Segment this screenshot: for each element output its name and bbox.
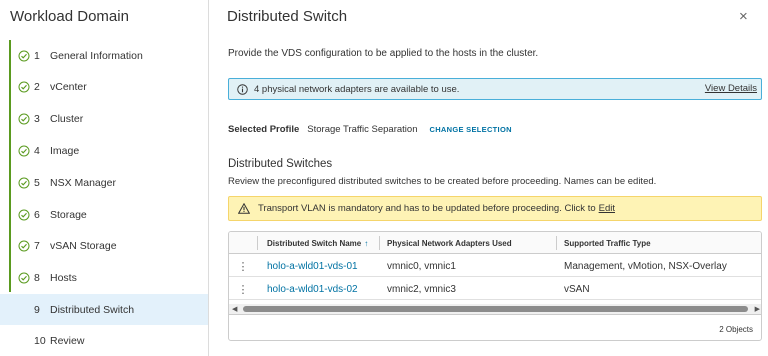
adapters-cell: vmnic0, vmnic1 bbox=[387, 260, 456, 272]
step-general-information[interactable]: 1 General Information bbox=[0, 40, 208, 71]
grid-header: Distributed Switch Name ↑ Physical Netwo… bbox=[229, 232, 761, 254]
column-separator bbox=[379, 236, 380, 250]
check-circle-icon bbox=[18, 209, 30, 221]
step-storage[interactable]: 6 Storage bbox=[0, 199, 208, 230]
step-number: 1 bbox=[34, 49, 40, 62]
horizontal-scrollbar[interactable]: ◀ ▶ bbox=[229, 304, 761, 314]
column-header-label: Physical Network Adapters Used bbox=[387, 238, 512, 248]
selected-profile-value: Storage Traffic Separation bbox=[307, 124, 418, 135]
wizard-title: Workload Domain bbox=[10, 8, 129, 25]
sort-ascending-icon: ↑ bbox=[364, 238, 369, 248]
object-count: 2 Objects bbox=[719, 325, 753, 334]
scroll-left-icon[interactable]: ◀ bbox=[232, 305, 237, 313]
column-separator bbox=[556, 236, 557, 250]
step-label: Distributed Switch bbox=[50, 303, 135, 316]
scrollbar-thumb[interactable] bbox=[243, 306, 748, 312]
step-number: 3 bbox=[34, 112, 40, 125]
step-number: 5 bbox=[34, 176, 40, 189]
column-header-label: Distributed Switch Name bbox=[267, 238, 362, 248]
step-number: 6 bbox=[34, 208, 40, 221]
column-header-label: Supported Traffic Type bbox=[564, 238, 651, 248]
traffic-cell: vSAN bbox=[564, 283, 590, 295]
check-circle-icon bbox=[18, 272, 30, 284]
step-label: Review bbox=[50, 334, 85, 347]
step-number: 2 bbox=[34, 80, 40, 93]
warning-alert-text: Transport VLAN is mandatory and has to b… bbox=[258, 203, 596, 214]
step-label: General Information bbox=[50, 49, 143, 62]
check-circle-icon bbox=[18, 50, 30, 62]
step-vsan-storage[interactable]: 7 vSAN Storage bbox=[0, 230, 208, 261]
check-circle-icon bbox=[18, 240, 30, 252]
info-alert: 4 physical network adapters are availabl… bbox=[228, 78, 762, 100]
step-review[interactable]: 10 Review bbox=[0, 325, 208, 356]
step-vcenter[interactable]: 2 vCenter bbox=[0, 71, 208, 102]
step-number: 8 bbox=[34, 271, 40, 284]
intro-text: Provide the VDS configuration to be appl… bbox=[228, 48, 539, 59]
table-row: ⋮ holo-a-wld01-vds-02 vmnic2, vmnic3 vSA… bbox=[229, 278, 761, 300]
step-distributed-switch[interactable]: 9 Distributed Switch bbox=[0, 294, 208, 325]
edit-link[interactable]: Edit bbox=[599, 203, 615, 214]
warning-triangle-icon bbox=[238, 203, 250, 214]
info-circle-icon bbox=[237, 83, 248, 95]
column-header-name[interactable]: Distributed Switch Name ↑ bbox=[267, 232, 368, 254]
step-label: Storage bbox=[50, 208, 87, 221]
step-label: Hosts bbox=[50, 271, 77, 284]
column-separator bbox=[257, 236, 258, 250]
scroll-right-icon[interactable]: ▶ bbox=[755, 305, 760, 313]
step-image[interactable]: 4 Image bbox=[0, 135, 208, 166]
traffic-cell: Management, vMotion, NSX-Overlay bbox=[564, 260, 727, 272]
step-number: 7 bbox=[34, 239, 40, 252]
section-title: Distributed Switches bbox=[228, 158, 333, 170]
step-number: 10 bbox=[34, 334, 46, 347]
selected-profile-label: Selected Profile bbox=[228, 124, 300, 135]
grid-footer: 2 Objects bbox=[229, 314, 761, 340]
warning-alert: Transport VLAN is mandatory and has to b… bbox=[228, 196, 762, 221]
switch-name-link[interactable]: holo-a-wld01-vds-01 bbox=[267, 255, 358, 277]
selected-profile-row: Selected Profile Storage Traffic Separat… bbox=[228, 124, 512, 135]
info-alert-text: 4 physical network adapters are availabl… bbox=[254, 83, 460, 95]
close-icon[interactable]: × bbox=[739, 8, 748, 26]
distributed-switch-grid: Distributed Switch Name ↑ Physical Netwo… bbox=[228, 231, 762, 341]
adapters-cell: vmnic2, vmnic3 bbox=[387, 283, 456, 295]
switch-name-link[interactable]: holo-a-wld01-vds-02 bbox=[267, 278, 358, 300]
step-hosts[interactable]: 8 Hosts bbox=[0, 262, 208, 293]
check-circle-icon bbox=[18, 177, 30, 189]
main-panel: Distributed Switch × Provide the VDS con… bbox=[210, 0, 768, 356]
step-label: vCenter bbox=[50, 80, 87, 93]
step-label: vSAN Storage bbox=[50, 239, 117, 252]
change-selection-button[interactable]: CHANGE SELECTION bbox=[429, 125, 511, 134]
kebab-vertical-icon[interactable]: ⋮ bbox=[237, 278, 249, 300]
step-label: NSX Manager bbox=[50, 176, 116, 189]
step-nsx-manager[interactable]: 5 NSX Manager bbox=[0, 167, 208, 198]
check-circle-icon bbox=[18, 145, 30, 157]
wizard-sidebar: Workload Domain 1 General Information 2 … bbox=[0, 0, 209, 356]
step-label: Cluster bbox=[50, 112, 84, 125]
column-header-traffic[interactable]: Supported Traffic Type bbox=[564, 232, 651, 254]
step-cluster[interactable]: 3 Cluster bbox=[0, 103, 208, 134]
step-label: Image bbox=[50, 144, 80, 157]
page-title: Distributed Switch bbox=[227, 8, 348, 25]
check-circle-icon bbox=[18, 81, 30, 93]
kebab-vertical-icon[interactable]: ⋮ bbox=[237, 255, 249, 277]
step-number: 9 bbox=[34, 303, 40, 316]
step-number: 4 bbox=[34, 144, 40, 157]
check-circle-icon bbox=[18, 113, 30, 125]
column-header-adapters[interactable]: Physical Network Adapters Used bbox=[387, 232, 512, 254]
view-details-link[interactable]: View Details bbox=[705, 83, 757, 94]
section-description: Review the preconfigured distributed swi… bbox=[228, 176, 657, 187]
table-row: ⋮ holo-a-wld01-vds-01 vmnic0, vmnic1 Man… bbox=[229, 255, 761, 277]
